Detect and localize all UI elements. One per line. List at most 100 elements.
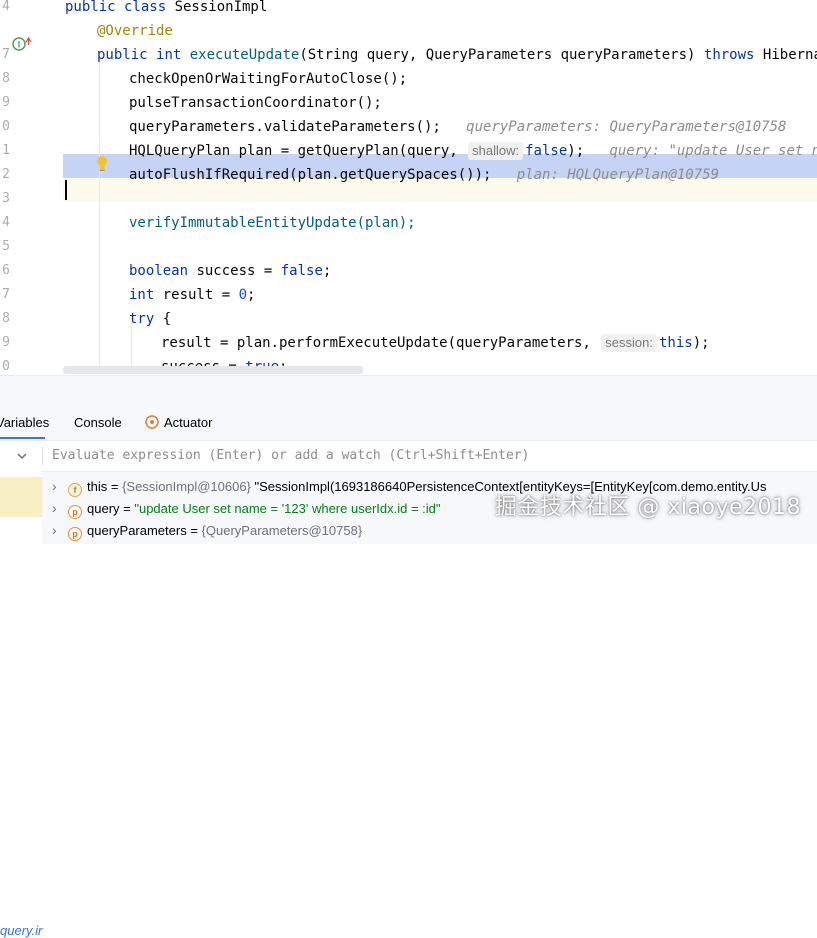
code-text: public class SessionImpl <box>65 0 267 19</box>
line-number: 2 <box>2 167 10 182</box>
line-number: 4 <box>2 215 10 230</box>
tab-variables[interactable]: Variables <box>0 407 49 439</box>
line-number: 6 <box>2 263 10 278</box>
line-number: 9 <box>2 95 10 110</box>
tab-variables-label: Variables <box>0 415 50 430</box>
expand-chevron-icon[interactable]: › <box>52 475 68 497</box>
code-token: pulseTransactionCoordinator(); <box>129 95 382 111</box>
debug-value-hint: query: "update User set name <box>609 143 817 159</box>
object-reference: {SessionImpl@10606} <box>122 479 251 494</box>
text-caret <box>65 180 67 200</box>
line-number: 5 <box>2 239 10 254</box>
code-token: @Override <box>97 23 173 39</box>
evaluate-expression-input[interactable]: Evaluate expression (Enter) or add a wat… <box>52 441 529 471</box>
code-line[interactable]: 6 boolean success = false; <box>0 259 817 283</box>
code-token: result = plan.performExecuteUpdate(query… <box>161 335 600 351</box>
debug-tab-bar: Variables Console Actuator <box>0 407 817 439</box>
code-token: executeUpdate <box>189 47 300 63</box>
line-number: 4 <box>2 0 10 14</box>
actuator-icon <box>145 415 159 429</box>
code-line[interactable]: 8 checkOpenOrWaitingForAutoClose(); <box>0 67 817 91</box>
code-text: autoFlushIfRequired(plan.getQuerySpaces(… <box>129 163 719 187</box>
svg-text:I: I <box>18 40 21 50</box>
code-line[interactable]: 8 try { <box>0 307 817 331</box>
expand-chevron-icon[interactable]: › <box>52 497 68 519</box>
tab-console-label: Console <box>74 415 122 430</box>
code-token: result = <box>162 287 239 303</box>
watermark: 掘金技术社区 @ xiaoye2018 <box>494 495 801 520</box>
code-line[interactable]: 5 <box>0 235 817 259</box>
code-text: try { <box>129 307 171 331</box>
line-number: 8 <box>2 71 10 86</box>
code-text: HQLQueryPlan plan = getQueryPlan(query, … <box>129 139 817 163</box>
code-token: public <box>97 47 157 63</box>
line-number: 7 <box>2 47 10 62</box>
code-text: pulseTransactionCoordinator(); <box>129 91 382 115</box>
line-number: 0 <box>2 119 10 134</box>
code-text: @Override <box>97 19 173 43</box>
code-token: 0 <box>238 287 248 303</box>
code-text: result = plan.performExecuteUpdate(query… <box>161 331 710 355</box>
variable-value: "update User set name = '123' where user… <box>134 501 441 516</box>
code-token: ; <box>247 287 256 303</box>
evaluate-row: Evaluate expression (Enter) or add a wat… <box>0 440 817 472</box>
code-text: verifyImmutableEntityUpdate(plan); <box>129 211 416 235</box>
code-line[interactable]: 9 result = plan.performExecuteUpdate(quer… <box>0 331 817 355</box>
code-editor[interactable]: 4 public class SessionImpl @Override 7 publi… <box>0 0 817 375</box>
editor-panel-separator <box>0 375 817 408</box>
debug-panel: Variables Console Actuator Evaluate expr… <box>0 407 817 938</box>
code-token: verifyImmutableEntityUpdate(plan); <box>129 215 416 231</box>
code-token: boolean <box>129 263 197 279</box>
parameter-name-hint: shallow: <box>468 142 524 160</box>
selected-frame-band <box>0 477 42 517</box>
code-token: (String query, QueryParameters queryPara… <box>299 47 704 63</box>
field-icon: f <box>68 483 82 497</box>
code-text: queryParameters.validateParameters(); qu… <box>129 115 786 139</box>
code-token: ; <box>322 263 332 279</box>
variable-row[interactable]: › p query = "update User set name = '123' … <box>52 497 441 519</box>
variable-row[interactable]: › p queryParameters = {QueryParameters@107… <box>52 519 362 541</box>
code-line[interactable]: @Override <box>0 19 817 43</box>
frames-column <box>0 471 42 544</box>
line-number: 8 <box>2 311 10 326</box>
horizontal-scrollbar[interactable] <box>63 366 363 374</box>
tab-console[interactable]: Console <box>74 407 122 439</box>
code-line[interactable]: 4 public class SessionImpl <box>0 0 817 19</box>
code-token: HQLQueryPlan plan = getQueryPlan(query, <box>129 143 467 159</box>
expand-chevron-icon[interactable]: › <box>52 519 68 541</box>
code-line[interactable]: 2 autoFlushIfRequired(plan.getQuerySpaces… <box>0 163 817 187</box>
debug-value-hint: plan: HQLQueryPlan@10759 <box>491 167 720 183</box>
code-line[interactable]: 4 verifyImmutableEntityUpdate(plan); <box>0 211 817 235</box>
code-token: public class <box>65 0 175 15</box>
implements-method-icon[interactable]: I <box>12 36 32 52</box>
intention-bulb-icon[interactable] <box>96 155 108 173</box>
code-text: public int executeUpdate(String query, Q… <box>97 43 817 67</box>
code-text: checkOpenOrWaitingForAutoClose(); <box>129 67 407 91</box>
toolbar-divider <box>42 447 43 465</box>
code-token: autoFlushIfRequired(plan.getQuerySpaces(… <box>129 167 492 183</box>
code-line[interactable]: 1 HQLQueryPlan plan = getQueryPlan(query,… <box>0 139 817 163</box>
code-line[interactable]: 3 <box>0 187 817 211</box>
code-line[interactable]: 7 int result = 0; <box>0 283 817 307</box>
code-line[interactable]: 0 queryParameters.validateParameters(); q… <box>0 115 817 139</box>
code-token: ); <box>567 143 610 159</box>
line-number: 1 <box>2 143 10 158</box>
frames-fragment-text[interactable]: query.ir <box>0 923 42 938</box>
code-token: throws <box>703 47 763 63</box>
variable-name: query <box>87 501 120 516</box>
code-line[interactable]: 9 pulseTransactionCoordinator(); <box>0 91 817 115</box>
line-number: 3 <box>2 191 10 206</box>
parameter-icon: p <box>68 527 82 541</box>
code-line[interactable]: 7 public int executeUpdate(String query, … <box>0 43 817 67</box>
code-text: boolean success = false; <box>129 259 331 283</box>
debug-value-hint: queryParameters: QueryParameters@10758 <box>440 119 787 135</box>
tab-actuator[interactable]: Actuator <box>144 407 212 439</box>
code-token: int <box>129 287 163 303</box>
chevron-down-icon[interactable] <box>14 448 30 464</box>
code-token: try <box>129 311 163 327</box>
variable-name: this <box>87 479 108 494</box>
code-token: queryParameters.validateParameters(); <box>129 119 441 135</box>
code-token: SessionImpl <box>174 0 268 15</box>
object-reference: {QueryParameters@10758} <box>201 523 363 538</box>
parameter-name-hint: session: <box>601 334 657 352</box>
